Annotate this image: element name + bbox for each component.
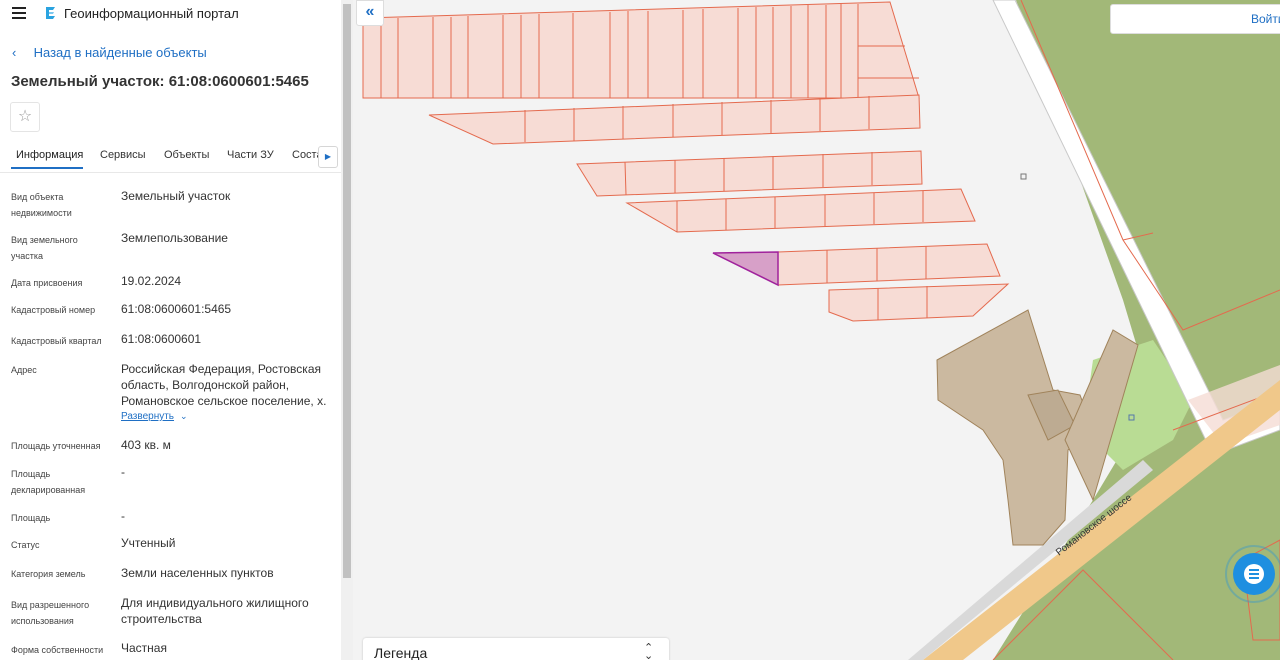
tab-objects[interactable]: Объекты xyxy=(164,149,209,161)
expand-label: Развернуть xyxy=(121,411,175,422)
portal-title[interactable]: Геоинформационный портал xyxy=(64,6,239,21)
prop-value-date: 19.02.2024 xyxy=(121,274,182,288)
prop-value-plot-type: Землепользование xyxy=(121,231,228,245)
prop-label-ownership: Форма собственности xyxy=(11,645,104,655)
chevron-right-icon: ▶ xyxy=(324,152,332,161)
prop-label-area: Площадь xyxy=(11,513,51,523)
map-view[interactable]: Романовское шоссе « Войт Легенда ⌃ ⌄ xyxy=(353,0,1280,660)
legend-label: Легенда xyxy=(374,645,428,660)
tab-parts[interactable]: Части ЗУ xyxy=(227,149,274,161)
chat-button[interactable] xyxy=(1233,553,1275,595)
legend-panel[interactable]: Легенда ⌃ ⌄ xyxy=(363,638,669,660)
active-tab-indicator xyxy=(11,167,83,169)
tab-info[interactable]: Информация xyxy=(16,149,83,161)
parcel-group-row2 xyxy=(428,94,921,145)
prop-label-address: Адрес xyxy=(11,365,37,375)
prop-value-cadastral-quarter: 61:08:0600601 xyxy=(121,332,202,346)
login-button[interactable]: Войти xyxy=(1251,12,1280,26)
map-canvas[interactable]: Романовское шоссе xyxy=(353,0,1280,660)
back-link-label: Назад в найденные объекты xyxy=(33,45,207,60)
prop-label-land-category: Категория земель xyxy=(11,569,86,579)
login-box[interactable]: Войти xyxy=(1110,4,1280,34)
prop-value-area-specified: 403 кв. м xyxy=(121,438,171,452)
prop-label-cadastral-number: Кадастровый номер xyxy=(11,305,96,315)
prop-value-cadastral-number: 61:08:0600601:5465 xyxy=(121,302,232,316)
menu-icon[interactable] xyxy=(12,7,26,19)
address-expand-link[interactable]: Развернуть ⌄ xyxy=(121,411,188,422)
chat-icon xyxy=(1244,564,1264,584)
parcel-group-row5 xyxy=(777,243,1001,286)
tab-composition[interactable]: Соста xyxy=(292,149,318,161)
scrollbar-thumb[interactable] xyxy=(343,4,351,578)
prop-value-status: Учтенный xyxy=(121,536,176,550)
map-marker xyxy=(1020,173,1027,180)
prop-label-object-type: Вид объекта недвижимости xyxy=(11,192,72,218)
portal-logo-icon xyxy=(46,7,55,19)
parcel-group-row4 xyxy=(625,188,976,233)
prop-value-land-category: Земли населенных пунктов xyxy=(121,566,274,580)
prop-value-ownership: Частная xyxy=(121,641,167,655)
prop-value-area: - xyxy=(121,509,125,523)
selected-parcel xyxy=(712,251,779,287)
expand-collapse-icon[interactable]: ⌃ ⌄ xyxy=(644,643,653,660)
prop-label-plot-type: Вид земельного участка xyxy=(11,235,78,261)
back-link[interactable]: ‹ Назад в найденные объекты xyxy=(12,45,207,60)
prop-label-area-declared: Площадь декларированная xyxy=(11,469,86,495)
chevron-left-icon: ‹ xyxy=(12,45,17,60)
double-chevron-left-icon: « xyxy=(365,3,375,20)
prop-value-object-type: Земельный участок xyxy=(121,189,231,203)
prop-label-area-specified: Площадь уточненная xyxy=(11,441,101,451)
prop-label-date: Дата присвоения xyxy=(11,278,83,288)
tabs-scroll-button[interactable]: ▶ xyxy=(318,146,338,168)
top-bar: Геоинформационный портал xyxy=(0,0,341,28)
prop-value-area-declared: - xyxy=(121,465,125,479)
prop-value-permitted-use: Для индивидуального жилищного строительс… xyxy=(121,596,309,626)
panel-scrollbar[interactable] xyxy=(341,0,353,660)
star-icon: ☆ xyxy=(17,108,33,125)
prop-label-cadastral-quarter: Кадастровый квартал xyxy=(11,336,102,346)
parcel-group-row3 xyxy=(576,150,923,197)
prop-label-permitted-use: Вид разрешенного использования xyxy=(11,600,90,626)
info-panel: Геоинформационный портал ‹ Назад в найде… xyxy=(0,0,341,660)
favorite-button[interactable]: ☆ xyxy=(10,102,40,132)
collapse-panel-button[interactable]: « xyxy=(356,0,384,26)
parcel-group-row6 xyxy=(828,283,1010,322)
tab-services[interactable]: Сервисы xyxy=(100,149,146,161)
prop-value-address: Российская Федерация, Ростовская область… xyxy=(121,362,327,408)
chevron-down-icon: ⌄ xyxy=(180,411,188,421)
page-title: Земельный участок: 61:08:0600601:5465 xyxy=(11,73,309,90)
parcel-group-top xyxy=(362,1,920,99)
prop-label-status: Статус xyxy=(11,540,40,550)
